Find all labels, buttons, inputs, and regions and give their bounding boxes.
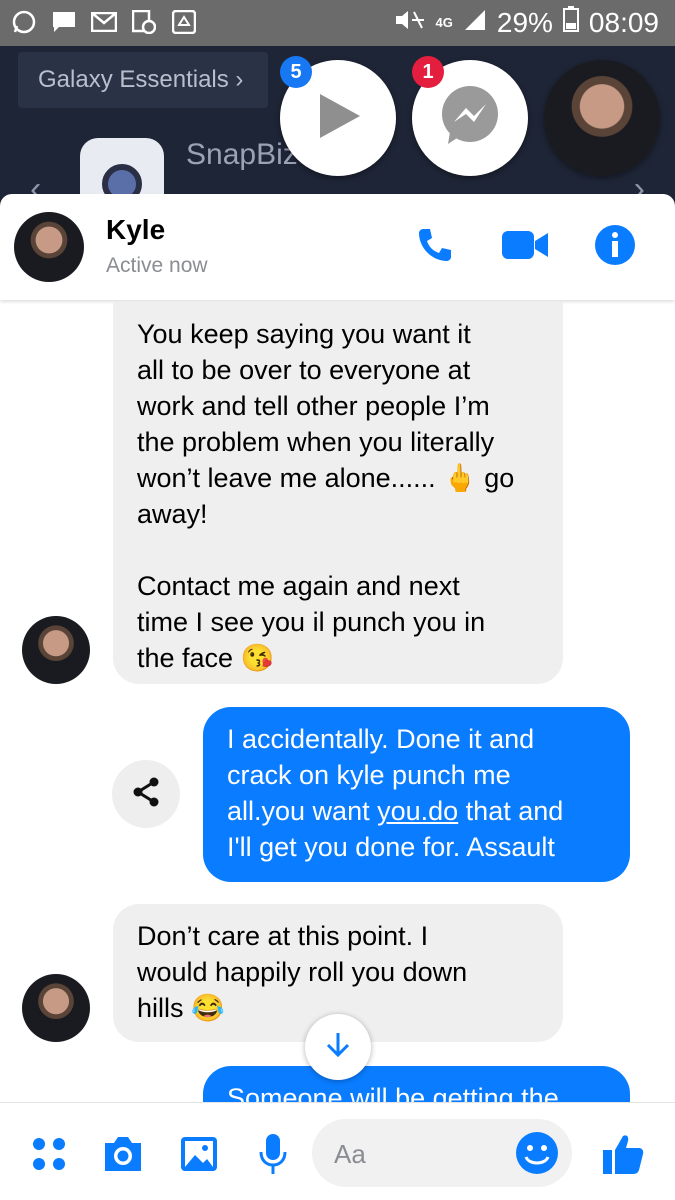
mail-icon — [90, 8, 118, 36]
message-composer: Aa — [0, 1102, 675, 1200]
emoji-icon[interactable] — [514, 1130, 560, 1176]
thumbs-up-icon[interactable] — [600, 1131, 646, 1177]
video-chathead[interactable]: 5 — [280, 56, 396, 176]
share-icon — [130, 776, 162, 813]
sender-avatar — [22, 616, 90, 684]
outgoing-message[interactable]: I accidentally. Done it and crack on kyl… — [203, 707, 630, 882]
info-icon[interactable] — [592, 222, 638, 268]
play-icon — [310, 88, 366, 149]
messenger-badge: 1 — [412, 56, 444, 88]
incoming-message[interactable]: You keep saying you want it all to be ov… — [113, 302, 563, 684]
more-apps-icon[interactable] — [26, 1131, 72, 1177]
status-bar: 4G 29% 08:09 — [0, 0, 675, 46]
contact-avatar[interactable] — [14, 212, 84, 282]
galaxy-essentials-link[interactable]: Galaxy Essentials › — [18, 52, 268, 108]
video-call-icon[interactable] — [502, 222, 548, 268]
messenger-icon — [438, 84, 502, 153]
sender-avatar — [22, 974, 90, 1042]
scroll-to-bottom-button[interactable] — [305, 1014, 371, 1080]
active-status: Active now — [106, 254, 208, 277]
signal-icon — [463, 7, 487, 39]
battery-percent: 29% — [496, 6, 553, 38]
microphone-icon[interactable] — [250, 1131, 296, 1177]
network-type: 4G — [435, 14, 453, 30]
arrow-down-icon — [325, 1031, 351, 1064]
clock: 08:09 — [588, 6, 659, 38]
conversation-header: Kyle Active now — [0, 194, 675, 300]
share-button[interactable] — [112, 760, 180, 828]
mute-icon — [392, 7, 426, 39]
message-icon — [50, 8, 78, 36]
schedule-icon — [130, 8, 158, 36]
recycle-icon — [170, 8, 198, 36]
phone-icon[interactable] — [412, 222, 458, 268]
messenger-chathead[interactable]: 1 — [412, 56, 528, 176]
kyle-chathead-avatar[interactable] — [544, 60, 660, 176]
snapbiz-title: SnapBiz — [186, 138, 298, 171]
battery-icon — [562, 6, 579, 39]
whatsapp-icon — [10, 8, 38, 36]
message-input[interactable]: Aa — [312, 1119, 572, 1187]
message-placeholder: Aa — [334, 1139, 366, 1169]
gallery-icon[interactable] — [176, 1131, 222, 1177]
contact-name[interactable]: Kyle — [106, 214, 165, 246]
video-badge: 5 — [280, 56, 312, 88]
camera-icon[interactable] — [100, 1131, 146, 1177]
message-link[interactable]: you.do — [377, 796, 458, 826]
